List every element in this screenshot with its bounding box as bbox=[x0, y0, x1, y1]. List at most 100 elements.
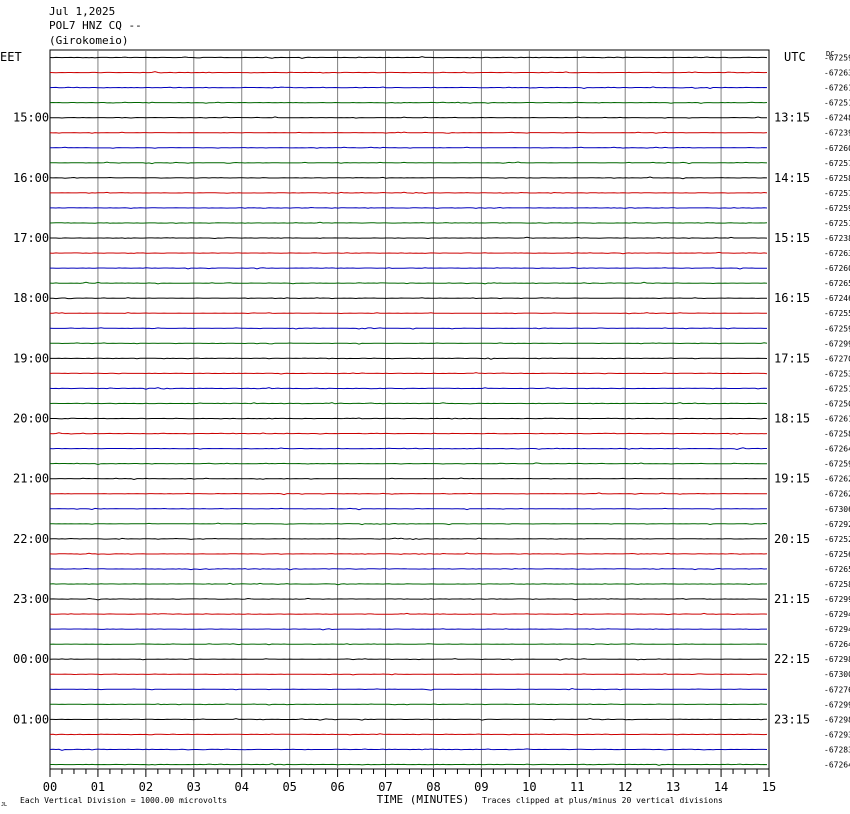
trace-line bbox=[49, 221, 768, 224]
x-tick-label: 04 bbox=[235, 780, 249, 794]
trace-line bbox=[49, 372, 768, 375]
trace-offset-label: -67294 bbox=[824, 610, 850, 619]
trace-line bbox=[50, 763, 768, 766]
trace-offset-label: -67258 bbox=[824, 580, 850, 589]
left-hour-label: 17:00 bbox=[13, 231, 49, 245]
trace-line bbox=[50, 628, 767, 631]
trace-line bbox=[49, 733, 768, 736]
trace-line bbox=[49, 537, 768, 541]
left-hour-label: 19:00 bbox=[13, 351, 49, 365]
trace-offset-label: -67264 bbox=[824, 761, 850, 770]
trace-offset-label: -67258 bbox=[824, 174, 850, 183]
left-hour-label: 15:00 bbox=[13, 111, 49, 125]
trace-line bbox=[50, 417, 768, 420]
right-hour-label: 21:15 bbox=[774, 592, 810, 606]
trace-offset-label: -67292 bbox=[824, 520, 850, 529]
right-hour-label: 17:15 bbox=[774, 351, 810, 365]
left-hour-label: 00:00 bbox=[13, 652, 49, 666]
trace-line bbox=[50, 297, 768, 300]
trace-line bbox=[49, 552, 768, 555]
scale-note: Each Vertical Division = 1000.00 microvo… bbox=[20, 796, 227, 805]
left-hour-label: 20:00 bbox=[13, 412, 49, 426]
trace-line bbox=[49, 643, 768, 646]
trace-offset-label: -67262 bbox=[824, 490, 850, 499]
x-tick-label: 15 bbox=[762, 780, 776, 794]
x-tick-label: 10 bbox=[522, 780, 536, 794]
right-hour-label: 13:15 bbox=[774, 111, 810, 125]
corner-mark: JL bbox=[1, 802, 7, 808]
helicorder-plot: -67259 -67263 -67261 -67251 -67248 -67239 -672… bbox=[0, 49, 850, 808]
x-tick-label: 05 bbox=[282, 780, 296, 794]
right-hour-label: 23:15 bbox=[774, 712, 810, 726]
trace-line bbox=[49, 673, 767, 676]
trace-offset-label: -67262 bbox=[824, 475, 850, 484]
trace-line bbox=[50, 717, 767, 721]
trace-line bbox=[49, 582, 768, 586]
right-hour-label: 20:15 bbox=[774, 532, 810, 546]
trace-line bbox=[50, 161, 768, 165]
trace-line bbox=[50, 567, 768, 571]
trace-offset-label: -67259 bbox=[824, 204, 850, 213]
trace-line bbox=[49, 312, 768, 315]
trace-offset-label: -67298 bbox=[824, 715, 850, 724]
plot-frame bbox=[49, 49, 770, 770]
trace-offset-label: -67258 bbox=[824, 430, 850, 439]
trace-offset-label: -67264 bbox=[824, 445, 850, 454]
x-tick-label: 00 bbox=[43, 780, 57, 794]
trace-line bbox=[50, 462, 767, 466]
trace-offset-label: -67298 bbox=[824, 655, 850, 664]
trace-offset-label: -67299 bbox=[824, 339, 850, 348]
trace-offset-label: -67252 bbox=[824, 535, 850, 544]
trace-line bbox=[50, 116, 767, 119]
trace-offset-label: -67259 bbox=[824, 460, 850, 469]
trace-line bbox=[49, 432, 768, 435]
right-hour-label: 19:15 bbox=[774, 472, 810, 486]
x-tick-label: 01 bbox=[91, 780, 105, 794]
trace-line bbox=[49, 327, 767, 330]
trace-offset-label: -67294 bbox=[824, 625, 850, 634]
trace-line bbox=[49, 176, 768, 180]
trace-line bbox=[49, 687, 768, 691]
trace-offset-label: -67293 bbox=[824, 730, 850, 739]
trace-offset-label: -67246 bbox=[824, 294, 850, 303]
trace-offset-label: -67260 bbox=[824, 144, 850, 153]
right-hour-label: 22:15 bbox=[774, 652, 810, 666]
right-timezone-label: UTC bbox=[784, 50, 806, 64]
trace-offset-label: -67300 bbox=[824, 670, 850, 679]
trace-line bbox=[50, 267, 767, 270]
trace-line bbox=[49, 447, 767, 451]
trace-offset-label: -67261 bbox=[824, 415, 850, 424]
trace-offset-label: -67248 bbox=[824, 114, 850, 123]
trace-line bbox=[49, 131, 768, 134]
x-tick-label: 03 bbox=[187, 780, 201, 794]
trace-line bbox=[49, 748, 768, 751]
trace-line bbox=[50, 477, 768, 481]
x-tick-label: 12 bbox=[618, 780, 632, 794]
trace-offset-label: -67263 bbox=[824, 249, 850, 258]
x-tick-label: 06 bbox=[330, 780, 344, 794]
trace-offset-label: -67276 bbox=[824, 685, 850, 694]
trace-offset-label: -67250 bbox=[824, 399, 850, 408]
trace-line bbox=[50, 236, 768, 240]
left-hour-label: 22:00 bbox=[13, 532, 49, 546]
trace-line bbox=[49, 658, 767, 661]
trace-offset-label: -67264 bbox=[824, 640, 850, 649]
trace-line bbox=[49, 612, 768, 616]
trace-offset-label: -67261 bbox=[824, 84, 850, 93]
left-timezone-label: EET bbox=[0, 50, 22, 64]
trace-line bbox=[49, 342, 768, 345]
trace-line bbox=[49, 703, 768, 706]
left-hour-label: 01:00 bbox=[13, 712, 49, 726]
trace-line bbox=[49, 71, 768, 74]
trace-line bbox=[49, 281, 768, 285]
trace-line bbox=[49, 146, 768, 149]
trace-offset-label: -67263 bbox=[824, 69, 850, 78]
trace-line bbox=[49, 56, 768, 59]
right-hour-label: 18:15 bbox=[774, 412, 810, 426]
trace-offset-label: -67239 bbox=[824, 129, 850, 138]
trace-line bbox=[50, 357, 768, 360]
trace-offset-label: -67251 bbox=[824, 384, 850, 393]
trace-offset-label: -67306 bbox=[824, 505, 850, 514]
trace-line bbox=[49, 522, 768, 526]
clip-note: Traces clipped at plus/minus 20 vertical… bbox=[482, 796, 723, 805]
